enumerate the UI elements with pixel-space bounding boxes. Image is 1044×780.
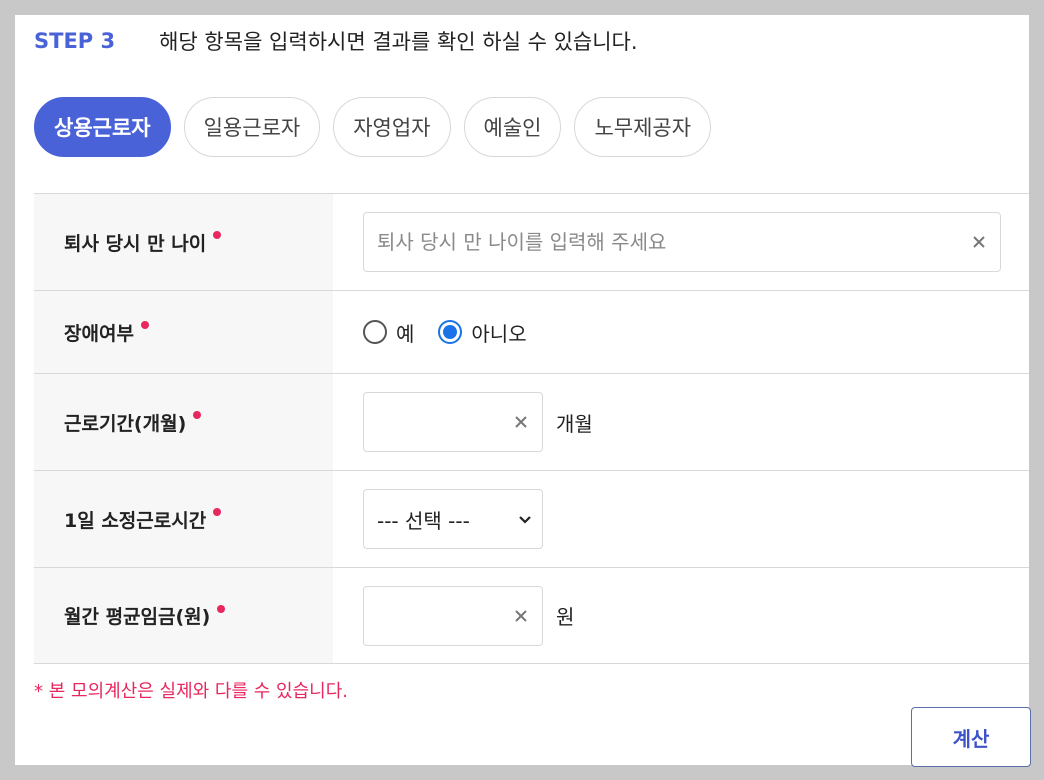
required-dot (217, 604, 226, 613)
hours-label: 1일 소정근로시간 (64, 509, 207, 532)
radio-option-yes[interactable]: 예 (363, 318, 414, 347)
step-description: 해당 항목을 입력하시면 결과를 확인 하실 수 있습니다. (159, 30, 638, 54)
worker-type-tabs: 상용근로자 일용근로자 자영업자 예술인 노무제공자 (34, 97, 712, 157)
form-row-disability: 장애여부 예 아니오 (34, 291, 1029, 374)
wage-label: 월간 평균임금(원) (64, 606, 211, 628)
row-field-disability: 예 아니오 (333, 291, 1029, 373)
wage-unit: 원 (556, 605, 575, 629)
row-label-disability: 장애여부 (34, 291, 333, 373)
step-label: STEP 3 (34, 29, 116, 53)
row-field-period: 개월 (333, 374, 1029, 470)
calculator-panel: STEP 3 해당 항목을 입력하시면 결과를 확인 하실 수 있습니다. 상용… (15, 15, 1031, 767)
close-icon[interactable] (512, 607, 530, 625)
radio-no[interactable] (438, 320, 463, 344)
tab-self-employed[interactable]: 자영업자 (333, 97, 451, 157)
form-row-age: 퇴사 당시 만 나이 (34, 194, 1029, 291)
step-header: STEP 3 해당 항목을 입력하시면 결과를 확인 하실 수 있습니다. (34, 27, 638, 55)
disability-label: 장애여부 (64, 322, 134, 345)
row-label-age: 퇴사 당시 만 나이 (34, 194, 333, 290)
age-label: 퇴사 당시 만 나이 (64, 232, 207, 255)
radio-no-label: 아니오 (471, 321, 527, 346)
chevron-down-icon (518, 510, 532, 529)
required-dot (213, 231, 222, 239)
input-form: 퇴사 당시 만 나이 장애여부 (34, 193, 1029, 664)
wage-input-box (363, 585, 543, 646)
disclaimer-notice: * 본 모의계산은 실제와 다를 수 있습니다. (34, 681, 349, 702)
tab-artist[interactable]: 예술인 (463, 97, 562, 157)
row-field-age (333, 194, 1029, 290)
row-label-wage: 월간 평균임금(원) (34, 568, 333, 663)
radio-yes[interactable] (363, 320, 387, 344)
required-dot (140, 321, 149, 329)
tab-labor-provider[interactable]: 노무제공자 (574, 97, 712, 157)
close-icon[interactable] (512, 413, 530, 431)
close-icon[interactable] (970, 233, 988, 251)
hours-select[interactable]: --- 선택 --- (363, 489, 543, 549)
row-label-period: 근로기간(개월) (34, 374, 333, 470)
row-label-hours: 1일 소정근로시간 (34, 471, 333, 567)
period-input-box (363, 392, 543, 452)
tab-regular-worker[interactable]: 상용근로자 (34, 97, 171, 157)
radio-option-no[interactable]: 아니오 (438, 318, 527, 347)
disability-radio-group: 예 아니오 (363, 318, 527, 347)
form-row-hours: 1일 소정근로시간 --- 선택 --- (34, 471, 1029, 568)
form-row-period: 근로기간(개월) 개월 (34, 374, 1029, 471)
tab-daily-worker[interactable]: 일용근로자 (183, 97, 321, 157)
period-unit: 개월 (556, 411, 593, 436)
required-dot (193, 411, 202, 419)
period-label: 근로기간(개월) (64, 412, 187, 435)
radio-yes-label: 예 (396, 321, 415, 346)
age-input[interactable] (364, 213, 1000, 271)
row-field-wage: 원 (333, 568, 1029, 663)
hours-select-value: --- 선택 --- (377, 508, 470, 533)
row-field-hours: --- 선택 --- (333, 471, 1029, 567)
form-row-wage: 월간 평균임금(원) 원 (34, 568, 1029, 664)
age-input-box (363, 212, 1001, 272)
required-dot (213, 508, 222, 516)
calculate-button[interactable]: 계산 (911, 707, 1031, 767)
